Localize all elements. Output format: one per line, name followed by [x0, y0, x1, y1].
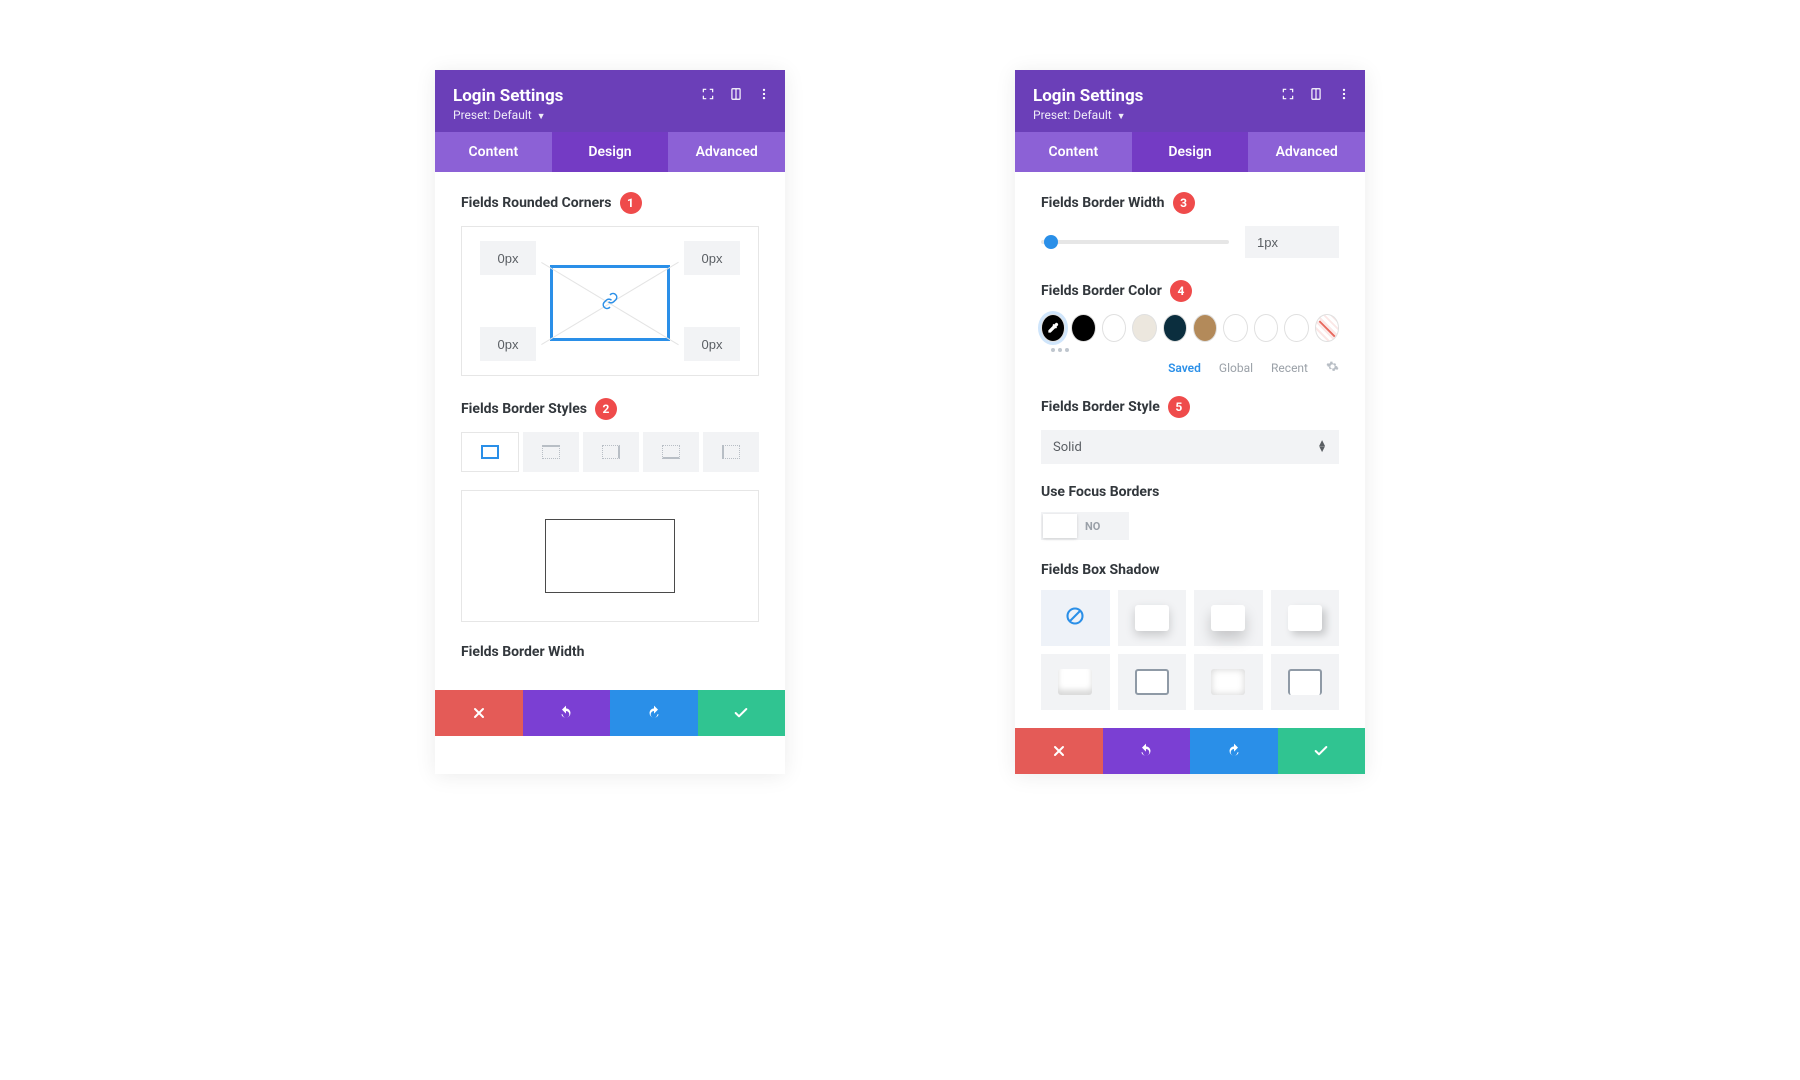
callout-4: 4: [1170, 280, 1192, 302]
tab-design[interactable]: Design: [1132, 132, 1249, 172]
shadow-preset[interactable]: [1118, 590, 1187, 646]
border-style-select[interactable]: Solid ▲▼: [1041, 430, 1339, 464]
border-style-bottom[interactable]: [643, 432, 699, 472]
gear-icon[interactable]: [1326, 360, 1339, 376]
cancel-button[interactable]: [435, 690, 523, 736]
undo-button[interactable]: [1103, 728, 1191, 774]
border-style-tabs: [461, 432, 759, 472]
shadow-preset[interactable]: [1271, 654, 1340, 710]
box-shadow-grid: [1041, 590, 1339, 710]
responsive-icon[interactable]: [729, 86, 743, 105]
preset-value: Default: [493, 108, 531, 122]
border-style-value: Solid: [1053, 440, 1082, 455]
redo-button[interactable]: [1190, 728, 1278, 774]
border-preview: [461, 490, 759, 622]
tabs: Content Design Advanced: [1015, 132, 1365, 172]
header: Login Settings Preset: Default ▼: [1015, 70, 1365, 132]
header: Login Settings Preset: Default ▼: [435, 70, 785, 132]
select-caret-icon: ▲▼: [1317, 441, 1327, 453]
shadow-preset[interactable]: [1194, 654, 1263, 710]
color-tab-global[interactable]: Global: [1219, 361, 1253, 375]
preset-selector[interactable]: Preset: Default ▼: [453, 108, 767, 122]
expand-icon[interactable]: [701, 86, 715, 105]
shadow-preset[interactable]: [1041, 654, 1110, 710]
expand-icon[interactable]: [1281, 86, 1295, 105]
shadow-none[interactable]: [1041, 590, 1110, 646]
tab-advanced[interactable]: Advanced: [1248, 132, 1365, 172]
menu-icon[interactable]: [757, 86, 771, 105]
shadow-preset[interactable]: [1118, 654, 1187, 710]
use-focus-toggle[interactable]: NO: [1041, 512, 1129, 540]
tab-advanced[interactable]: Advanced: [668, 132, 785, 172]
color-swatch[interactable]: [1284, 314, 1308, 342]
preset-selector[interactable]: Preset: Default ▼: [1033, 108, 1347, 122]
tab-content[interactable]: Content: [1015, 132, 1132, 172]
color-tab-recent[interactable]: Recent: [1271, 361, 1308, 375]
footer: [435, 690, 785, 736]
undo-button[interactable]: [523, 690, 611, 736]
cancel-button[interactable]: [1015, 728, 1103, 774]
more-colors-icon[interactable]: [1051, 348, 1339, 352]
tab-content[interactable]: Content: [435, 132, 552, 172]
menu-icon[interactable]: [1337, 86, 1351, 105]
color-swatch[interactable]: [1223, 314, 1247, 342]
preset-value: Default: [1073, 108, 1111, 122]
panel-right: Login Settings Preset: Default ▼ Content…: [1015, 70, 1365, 774]
border-color-label: Fields Border Color: [1041, 283, 1162, 299]
border-width-input[interactable]: [1245, 226, 1339, 258]
border-width-slider[interactable]: [1041, 240, 1229, 244]
chevron-down-icon: ▼: [537, 112, 546, 122]
corner-bottom-left[interactable]: [480, 327, 536, 361]
callout-1: 1: [620, 192, 642, 214]
tabs: Content Design Advanced: [435, 132, 785, 172]
corner-bottom-right[interactable]: [684, 327, 740, 361]
rounded-corners-control: [461, 226, 759, 376]
color-swatch[interactable]: [1132, 314, 1156, 342]
preset-label: Preset:: [453, 108, 490, 122]
border-style-left[interactable]: [703, 432, 759, 472]
corner-top-right[interactable]: [684, 241, 740, 275]
chevron-down-icon: ▼: [1117, 112, 1126, 122]
redo-button[interactable]: [610, 690, 698, 736]
border-style-label: Fields Border Style: [1041, 399, 1160, 415]
callout-5: 5: [1168, 396, 1190, 418]
color-swatches: [1041, 314, 1339, 342]
preset-label: Preset:: [1033, 108, 1070, 122]
callout-2: 2: [595, 398, 617, 420]
slider-thumb[interactable]: [1044, 235, 1058, 249]
panel-left: Login Settings Preset: Default ▼ Content…: [435, 70, 785, 774]
border-width-label: Fields Border Width: [1041, 195, 1165, 211]
color-tab-saved[interactable]: Saved: [1168, 361, 1201, 375]
border-width-label: Fields Border Width: [461, 644, 585, 660]
corner-preview: [550, 265, 670, 341]
rounded-corners-label: Fields Rounded Corners: [461, 195, 612, 211]
border-style-all[interactable]: [461, 432, 519, 472]
callout-3: 3: [1173, 192, 1195, 214]
toggle-knob: [1043, 514, 1077, 538]
color-swatch[interactable]: [1163, 314, 1187, 342]
color-swatch[interactable]: [1071, 314, 1095, 342]
border-styles-label: Fields Border Styles: [461, 401, 587, 417]
footer: [1015, 728, 1365, 774]
shadow-preset[interactable]: [1194, 590, 1263, 646]
color-swatch[interactable]: [1193, 314, 1217, 342]
eyedropper-button[interactable]: [1041, 314, 1065, 342]
tab-design[interactable]: Design: [552, 132, 669, 172]
shadow-preset[interactable]: [1271, 590, 1340, 646]
border-style-right[interactable]: [583, 432, 639, 472]
color-swatch[interactable]: [1102, 314, 1126, 342]
box-shadow-label: Fields Box Shadow: [1041, 562, 1160, 578]
responsive-icon[interactable]: [1309, 86, 1323, 105]
save-button[interactable]: [1278, 728, 1366, 774]
color-swatch-none[interactable]: [1315, 314, 1339, 342]
link-icon[interactable]: [601, 292, 619, 314]
save-button[interactable]: [698, 690, 786, 736]
preview-rect: [545, 519, 675, 593]
corner-top-left[interactable]: [480, 241, 536, 275]
toggle-label: NO: [1085, 520, 1100, 533]
use-focus-label: Use Focus Borders: [1041, 484, 1159, 500]
color-swatch[interactable]: [1254, 314, 1278, 342]
border-style-top[interactable]: [523, 432, 579, 472]
